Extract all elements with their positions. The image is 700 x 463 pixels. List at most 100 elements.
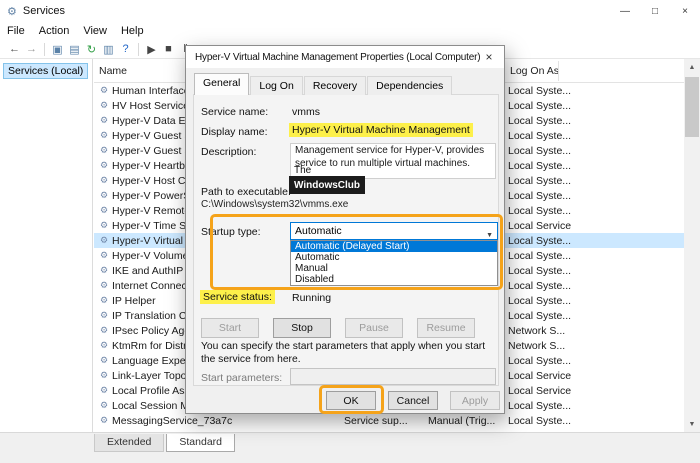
dialog-tabs: General Log On Recovery Dependencies xyxy=(194,73,453,95)
service-logon-cell: Local Syste... xyxy=(508,85,684,97)
service-row-icon: ⚙ xyxy=(96,280,112,291)
properties-icon[interactable]: ▤ xyxy=(66,41,83,57)
pause-button: Pause xyxy=(345,318,403,338)
dialog-title-bar: Hyper-V Virtual Machine Management Prope… xyxy=(186,46,504,68)
stop-service-icon[interactable]: ■ xyxy=(160,41,177,57)
service-row-icon: ⚙ xyxy=(96,235,112,246)
service-logon-cell: Local Syste... xyxy=(508,355,684,367)
apply-button: Apply xyxy=(450,391,500,410)
service-logon-cell: Local Syste... xyxy=(508,265,684,277)
stop-button[interactable]: Stop xyxy=(273,318,331,338)
service-row-icon: ⚙ xyxy=(96,160,112,171)
service-logon-cell: Local Service xyxy=(508,385,684,397)
service-row-icon: ⚙ xyxy=(96,340,112,351)
service-logon-cell: Local Syste... xyxy=(508,160,684,172)
service-name-value: vmms xyxy=(292,106,320,118)
service-row-icon: ⚙ xyxy=(96,355,112,366)
column-header-name[interactable]: Name xyxy=(99,65,127,77)
service-logon-cell: Local Syste... xyxy=(508,295,684,307)
service-logon-cell: Local Syste... xyxy=(508,130,684,142)
tab-log-on[interactable]: Log On xyxy=(250,76,302,95)
maximize-button[interactable]: □ xyxy=(640,0,670,22)
dropdown-option-automatic[interactable]: Automatic xyxy=(291,252,497,263)
dropdown-option-disabled[interactable]: Disabled xyxy=(291,274,497,285)
column-header-log-on-as[interactable]: Log On As xyxy=(510,65,559,77)
vertical-scrollbar[interactable]: ▲ ▼ xyxy=(684,59,700,432)
service-row-icon: ⚙ xyxy=(96,175,112,186)
start-parameters-note: You can specify the start parameters tha… xyxy=(201,341,493,367)
minimize-button[interactable]: — xyxy=(610,0,640,22)
service-status-label: Service status: xyxy=(200,290,275,304)
tab-general[interactable]: General xyxy=(194,73,249,95)
table-row[interactable]: ⚙ MessagingService_73a7c Service sup... … xyxy=(94,413,684,428)
forward-icon[interactable]: → xyxy=(23,41,40,57)
service-logon-cell: Local Syste... xyxy=(508,190,684,202)
service-row-icon: ⚙ xyxy=(96,100,112,111)
toolbar-separator xyxy=(138,43,139,56)
service-row-icon: ⚙ xyxy=(96,85,112,96)
back-icon[interactable]: ← xyxy=(6,41,23,57)
start-parameters-label: Start parameters: xyxy=(201,372,282,384)
title-bar: ⚙ Services — □ × xyxy=(0,0,700,22)
service-logon-cell: Local Syste... xyxy=(508,280,684,292)
service-row-icon: ⚙ xyxy=(96,130,112,141)
service-row-icon: ⚙ xyxy=(96,265,112,276)
help-icon[interactable]: ? xyxy=(117,41,134,57)
tab-extended[interactable]: Extended xyxy=(94,434,164,452)
bottom-bar: Extended Standard xyxy=(0,432,700,463)
service-logon-cell: Local Syste... xyxy=(508,205,684,217)
service-name-label: Service name: xyxy=(201,106,268,118)
service-logon-cell: Local Service xyxy=(508,220,684,232)
cancel-button[interactable]: Cancel xyxy=(388,391,438,410)
services-window: ⚙ Services — □ × File Action View Help ←… xyxy=(0,0,700,463)
description-field[interactable]: Management service for Hyper-V, provides… xyxy=(290,143,496,179)
service-row-icon: ⚙ xyxy=(96,205,112,216)
show-console-tree-icon[interactable]: ▣ xyxy=(49,41,66,57)
tab-recovery[interactable]: Recovery xyxy=(304,76,366,95)
scrollbar-up-icon[interactable]: ▲ xyxy=(684,59,700,75)
service-row-icon: ⚙ xyxy=(96,295,112,306)
service-description-cell: Service sup... xyxy=(344,415,428,427)
service-logon-cell: Local Syste... xyxy=(508,100,684,112)
service-logon-cell: Local Syste... xyxy=(508,145,684,157)
tab-dependencies[interactable]: Dependencies xyxy=(367,76,452,95)
dialog-close-button[interactable]: × xyxy=(474,46,504,68)
service-row-icon: ⚙ xyxy=(96,145,112,156)
dropdown-option-manual[interactable]: Manual xyxy=(291,263,497,274)
startup-type-combobox[interactable]: Automatic ▼ xyxy=(290,222,498,240)
start-service-icon[interactable]: ▶ xyxy=(143,41,160,57)
service-name-cell: MessagingService_73a7c xyxy=(112,415,344,427)
description-label: Description: xyxy=(201,146,256,158)
service-logon-cell: Network S... xyxy=(508,340,684,352)
sidebar-item-services-local[interactable]: Services (Local) xyxy=(3,63,88,79)
dropdown-option-automatic-delayed[interactable]: Automatic (Delayed Start) xyxy=(291,241,497,252)
scrollbar-down-icon[interactable]: ▼ xyxy=(684,416,700,432)
column-separator xyxy=(558,61,559,81)
close-button[interactable]: × xyxy=(670,0,700,22)
properties-dialog: Hyper-V Virtual Machine Management Prope… xyxy=(185,45,505,414)
service-row-icon: ⚙ xyxy=(96,370,112,381)
refresh-icon[interactable]: ↻ xyxy=(83,41,100,57)
window-title: Services xyxy=(23,5,65,17)
service-row-icon: ⚙ xyxy=(96,400,112,411)
dialog-title: Hyper-V Virtual Machine Management Prope… xyxy=(195,52,480,63)
console-tree-panel: Services (Local) xyxy=(0,59,93,432)
watermark-prefix: The xyxy=(294,165,311,176)
menu-item-view[interactable]: View xyxy=(76,23,114,39)
export-list-icon[interactable]: ▥ xyxy=(100,41,117,57)
tab-standard[interactable]: Standard xyxy=(166,434,235,452)
menu-item-action[interactable]: Action xyxy=(32,23,77,39)
ok-button[interactable]: OK xyxy=(326,391,376,410)
service-logon-cell: Local Syste... xyxy=(508,115,684,127)
service-logon-cell: Local Service xyxy=(508,370,684,382)
service-logon-cell: Local Syste... xyxy=(508,415,684,427)
menu-item-file[interactable]: File xyxy=(0,23,32,39)
service-logon-cell: Network S... xyxy=(508,325,684,337)
scrollbar-thumb[interactable] xyxy=(685,77,699,137)
menu-item-help[interactable]: Help xyxy=(114,23,151,39)
window-controls: — □ × xyxy=(610,0,700,22)
service-logon-cell: Local Syste... xyxy=(508,400,684,412)
service-logon-cell: Local Syste... xyxy=(508,175,684,187)
toolbar-separator xyxy=(44,43,45,56)
service-row-icon: ⚙ xyxy=(96,115,112,126)
